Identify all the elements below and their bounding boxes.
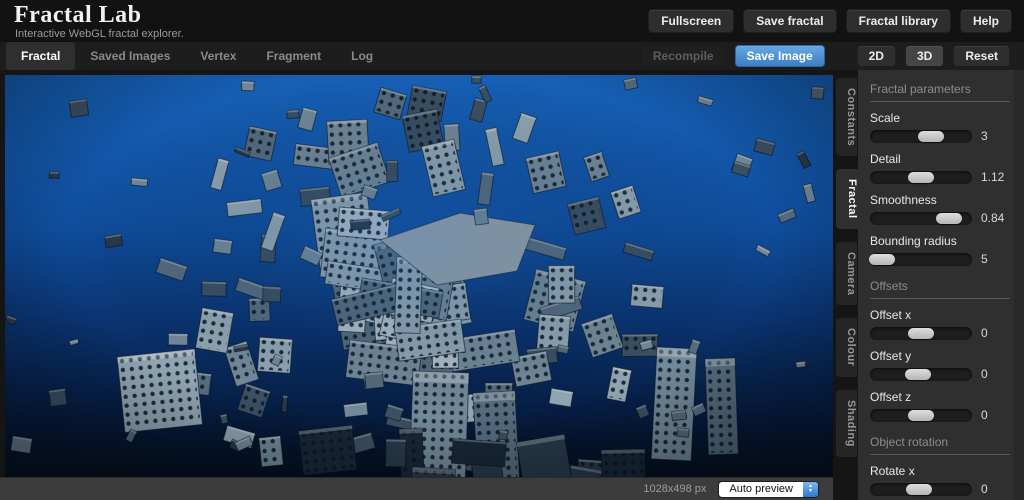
slider-group: Bounding radius 5 — [870, 234, 1024, 266]
slider-label: Smoothness — [870, 193, 1024, 207]
section-title-object-rotation: Object rotation — [870, 435, 1010, 455]
header-button[interactable]: Fullscreen — [648, 9, 734, 33]
slider-label: Offset z — [870, 390, 1024, 404]
slider-thumb[interactable] — [908, 410, 934, 421]
slider-thumb[interactable] — [908, 328, 934, 339]
slider-thumb[interactable] — [908, 172, 934, 183]
slider-track[interactable] — [870, 130, 972, 143]
app-subtitle: Interactive WebGL fractal explorer. — [15, 28, 184, 40]
main-tab[interactable]: Saved Images — [75, 42, 185, 70]
header-button-group: Fullscreen Save fractal Fractal library … — [648, 9, 1012, 33]
main-tab-group: Fractal Saved Images Vertex Fragment Log — [6, 42, 388, 70]
sliders-offsets: Offset x 0 Offset y 0 Offset z 0 — [870, 308, 1024, 422]
slider-thumb[interactable] — [869, 254, 895, 265]
render-dimensions: 1028x498 px — [643, 483, 706, 495]
header-button[interactable]: Save fractal — [743, 9, 836, 33]
slider-label: Scale — [870, 111, 1024, 125]
select-stepper-icon: ▴▾ — [803, 482, 818, 497]
recompile-button[interactable]: Recompile — [641, 45, 726, 67]
main-tab[interactable]: Fractal — [6, 42, 75, 70]
preview-mode-select[interactable]: Auto preview ▴▾ — [718, 481, 819, 498]
slider-row: 0 — [870, 326, 1024, 340]
mode-3d-button[interactable]: 3D — [905, 45, 944, 67]
slider-group: Smoothness 0.84 — [870, 193, 1024, 225]
slider-row: 0.84 — [870, 211, 1024, 225]
slider-row: 0 — [870, 482, 1024, 496]
slider-track[interactable] — [870, 483, 972, 496]
main-tab[interactable]: Fragment — [251, 42, 336, 70]
sliders-object-rotation: Rotate x 0 Rotate y 0 Rotate z 0 — [870, 464, 1024, 500]
slider-row: 0 — [870, 408, 1024, 422]
slider-value: 5 — [981, 252, 988, 266]
slider-group: Offset z 0 — [870, 390, 1024, 422]
side-tab[interactable]: Colour — [836, 318, 857, 376]
slider-group: Offset x 0 — [870, 308, 1024, 340]
fractal-3d-render — [5, 75, 833, 477]
slider-track[interactable] — [870, 327, 972, 340]
app-header: Fractal Lab Interactive WebGL fractal ex… — [0, 0, 1024, 42]
main-tab[interactable]: Log — [336, 42, 388, 70]
slider-label: Detail — [870, 152, 1024, 166]
slider-label: Offset y — [870, 349, 1024, 363]
side-tab-group: Constants Fractal Camera Colour Shading — [836, 70, 858, 470]
slider-row: 5 — [870, 252, 1024, 266]
save-image-button[interactable]: Save Image — [735, 45, 825, 67]
mode-2d-button[interactable]: 2D — [857, 45, 896, 67]
slider-value: 0 — [981, 326, 988, 340]
slider-group: Scale 3 — [870, 111, 1024, 143]
parameter-panel: Fractal parameters Scale 3 Detail 1.12 S… — [858, 70, 1024, 500]
toolbar: Fractal Saved Images Vertex Fragment Log… — [0, 42, 1024, 70]
sliders-fractal-parameters: Scale 3 Detail 1.12 Smoothness 0.84 Boun… — [870, 111, 1024, 266]
slider-track[interactable] — [870, 171, 972, 184]
reset-button[interactable]: Reset — [953, 45, 1010, 67]
slider-value: 0 — [981, 408, 988, 422]
slider-value: 1.12 — [981, 170, 1004, 184]
main-tab[interactable]: Vertex — [185, 42, 251, 70]
slider-group: Rotate x 0 — [870, 464, 1024, 496]
header-button[interactable]: Fractal library — [846, 9, 951, 33]
slider-group: Offset y 0 — [870, 349, 1024, 381]
section-title-fractal-parameters: Fractal parameters — [870, 82, 1010, 102]
header-button[interactable]: Help — [960, 9, 1012, 33]
side-tab[interactable]: Shading — [836, 390, 857, 457]
section-title-offsets: Offsets — [870, 279, 1010, 299]
slider-value: 0 — [981, 367, 988, 381]
slider-thumb[interactable] — [936, 213, 962, 224]
slider-row: 0 — [870, 367, 1024, 381]
side-tab[interactable]: Fractal — [836, 169, 858, 229]
app-title: Fractal Lab — [14, 2, 141, 29]
slider-row: 1.12 — [870, 170, 1024, 184]
slider-track[interactable] — [870, 212, 972, 225]
slider-track[interactable] — [870, 368, 972, 381]
slider-thumb[interactable] — [905, 369, 931, 380]
slider-track[interactable] — [870, 409, 972, 422]
preview-mode-value: Auto preview — [719, 482, 803, 497]
slider-row: 3 — [870, 129, 1024, 143]
slider-value: 3 — [981, 129, 988, 143]
slider-value: 0.84 — [981, 211, 1004, 225]
slider-value: 0 — [981, 482, 988, 496]
panel-scroll-gutter[interactable] — [1014, 70, 1024, 500]
slider-label: Rotate x — [870, 464, 1024, 478]
slider-group: Detail 1.12 — [870, 152, 1024, 184]
slider-label: Bounding radius — [870, 234, 1024, 248]
canvas-status-bar: 1028x498 px Auto preview ▴▾ — [0, 477, 833, 500]
fractal-render-canvas[interactable] — [5, 75, 833, 477]
side-tab[interactable]: Camera — [836, 242, 857, 305]
slider-track[interactable] — [870, 253, 972, 266]
side-tab[interactable]: Constants — [836, 78, 857, 156]
slider-thumb[interactable] — [906, 484, 932, 495]
slider-label: Offset x — [870, 308, 1024, 322]
toolbar-actions: Recompile Save Image 2D 3D Reset — [641, 45, 1010, 67]
slider-thumb[interactable] — [918, 131, 944, 142]
